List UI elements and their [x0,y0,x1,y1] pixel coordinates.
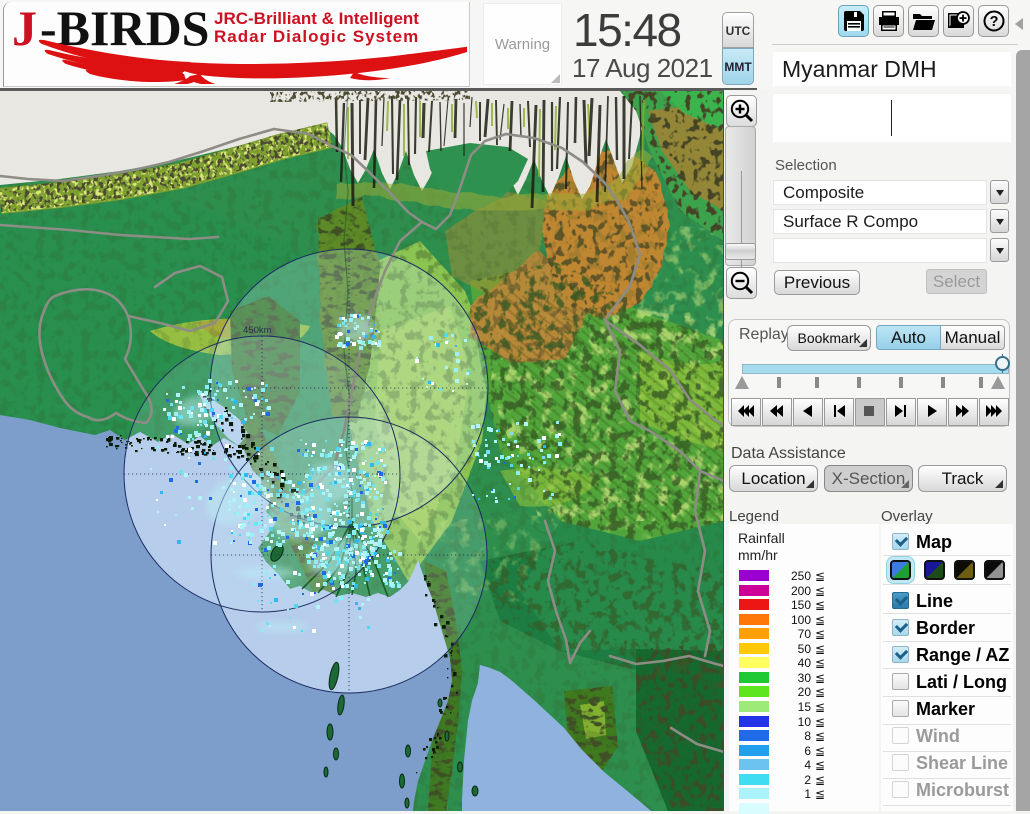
svg-text:JRC-Brilliant & Intelligent: JRC-Brilliant & Intelligent [214,9,419,28]
svg-text:J: J [12,2,37,56]
svg-text:450km: 450km [243,325,272,336]
svg-text:Radar Dialogic System: Radar Dialogic System [214,27,419,46]
svg-text:?: ? [989,14,998,30]
